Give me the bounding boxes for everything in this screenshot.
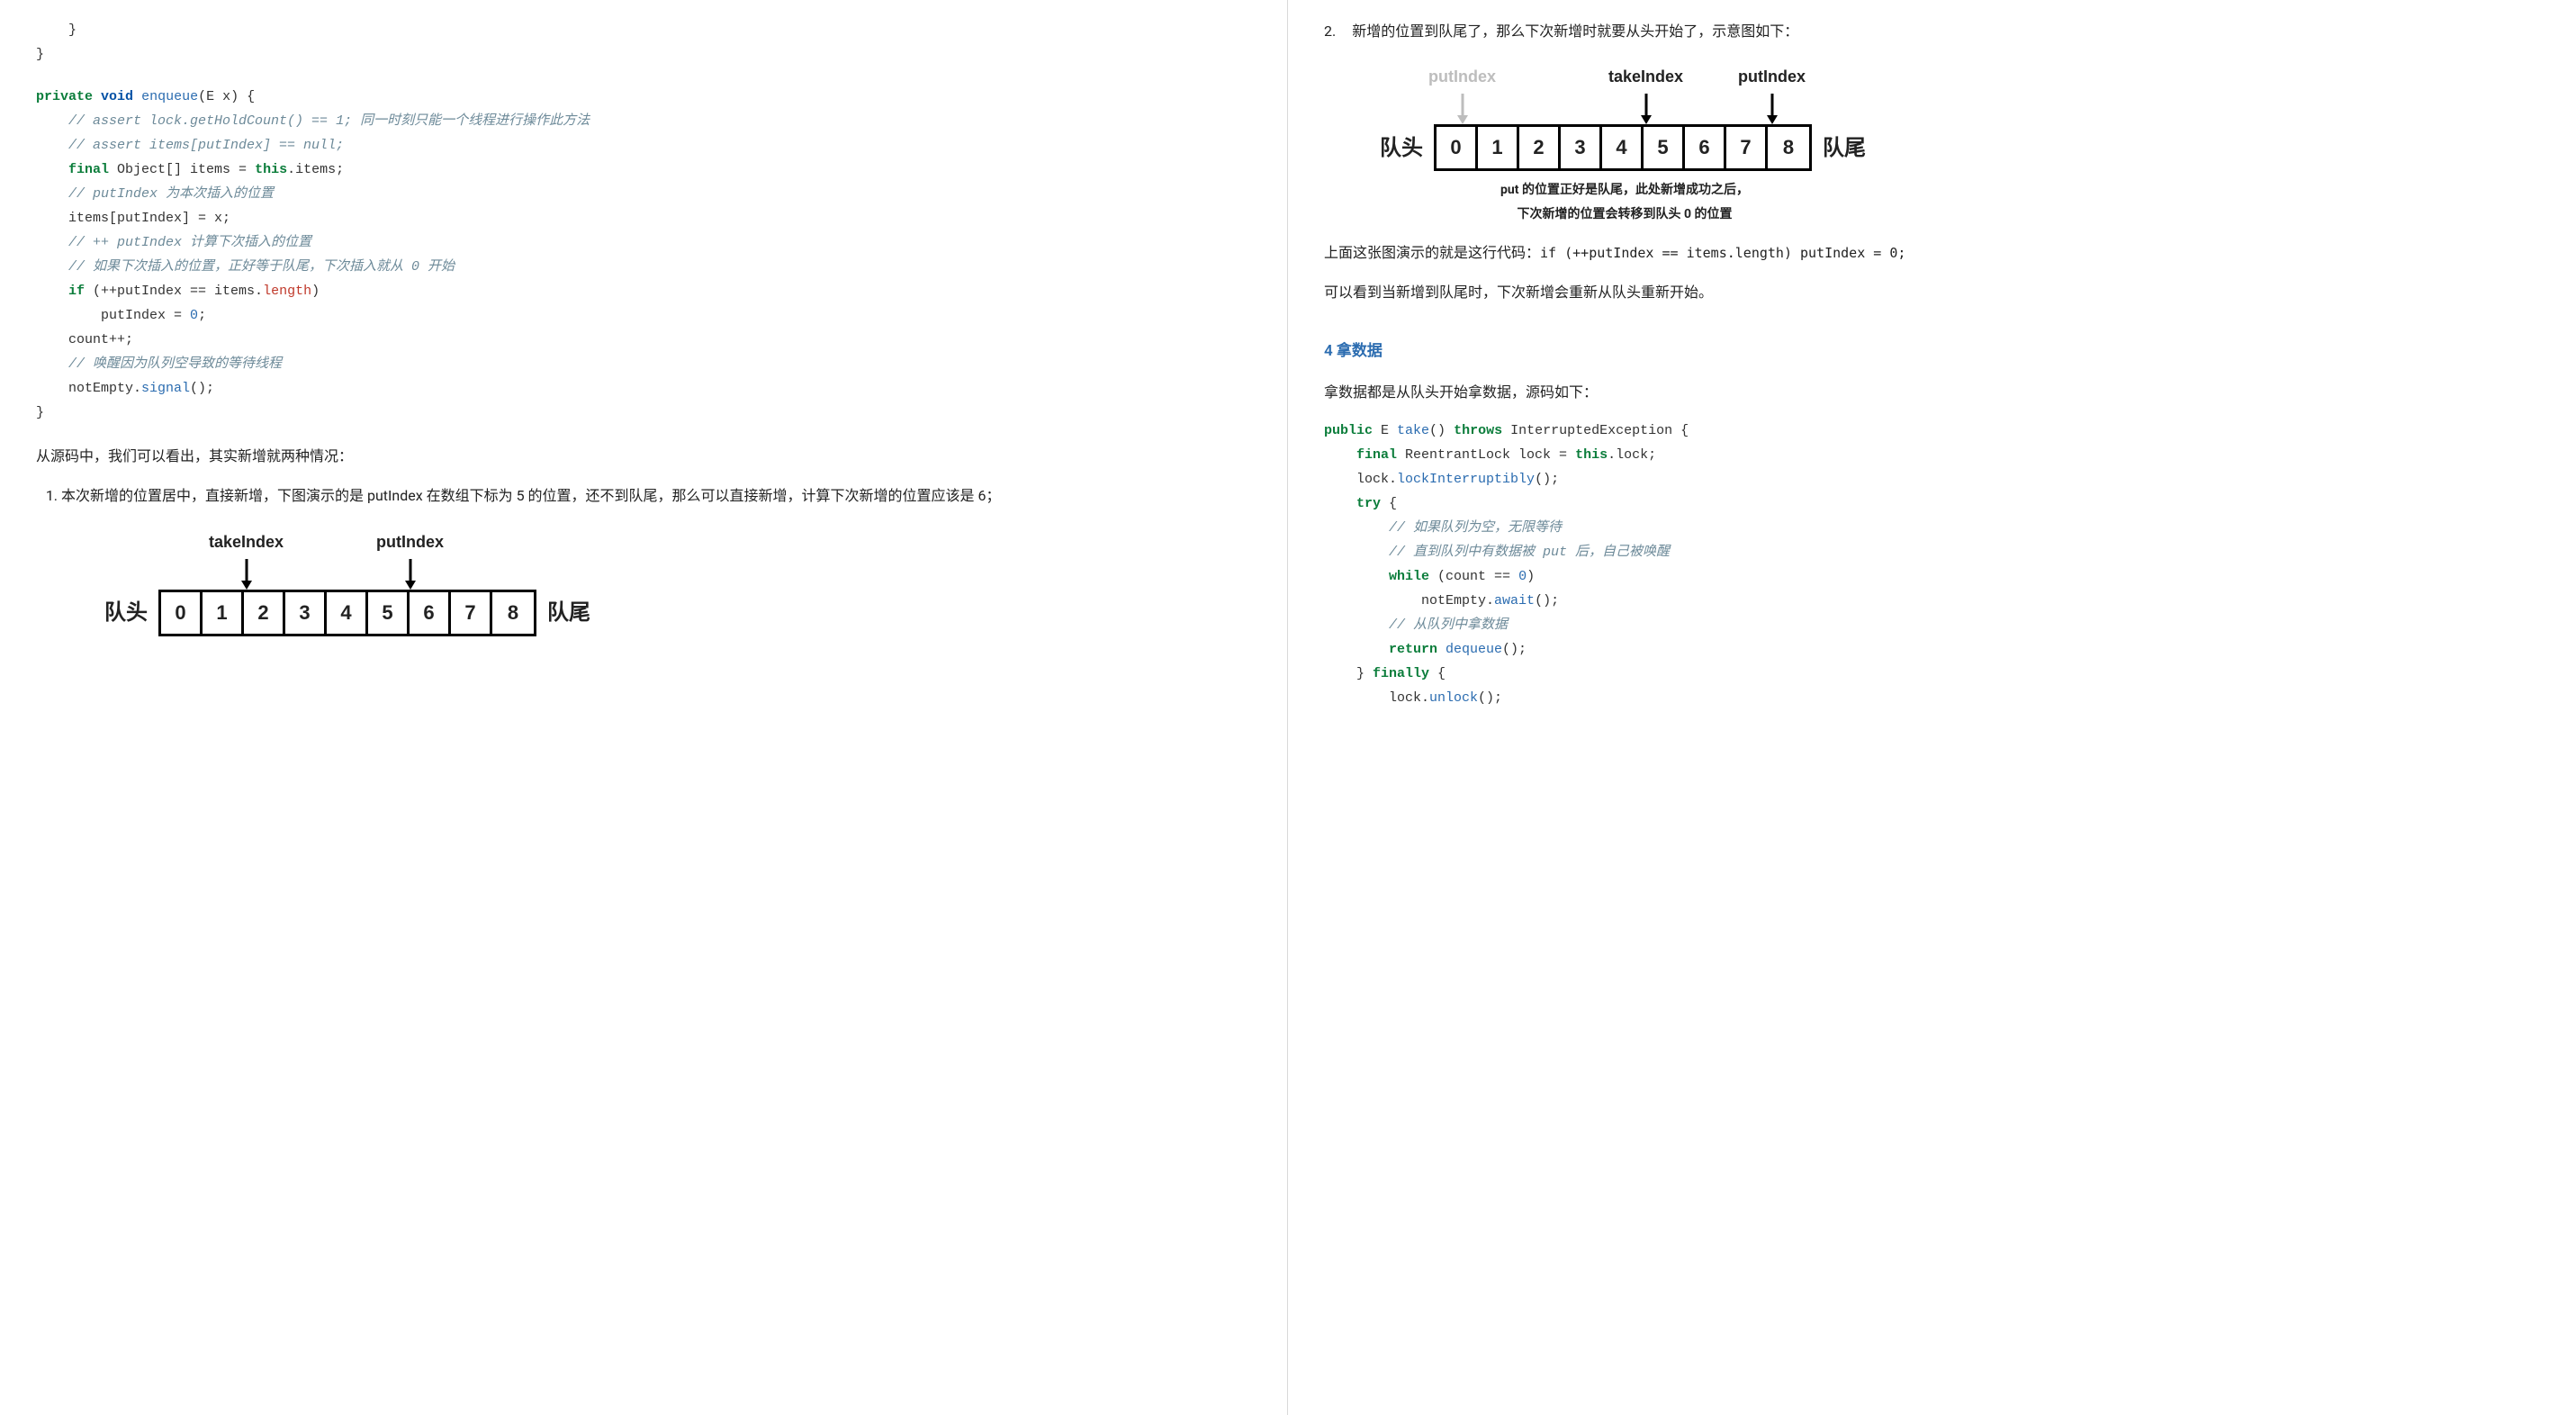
cell: 8 [1768,127,1809,168]
putindex-label: putIndex [1738,61,1806,92]
takeindex-label: takeIndex [1608,61,1683,92]
case-2: 2. 新增的位置到队尾了，那么下次新增时就要从头开始了，示意图如下： [1324,18,2540,45]
cell: 2 [244,592,285,634]
cell: 4 [327,592,368,634]
cell: 5 [1644,127,1685,168]
head-label: 队头 [1380,128,1423,169]
cell: 6 [410,592,451,634]
cell: 4 [1602,127,1644,168]
cell: 1 [1478,127,1519,168]
putindex-label: putIndex [376,527,444,557]
para-two-cases: 从源码中，我们可以看出，其实新增就两种情况： [36,443,1251,470]
putindex-gray-label: putIndex [1428,61,1496,92]
two-column-layout: } } private void enqueue(E x) { // asser… [0,0,2576,1415]
takeindex-label: takeIndex [209,527,284,557]
arrow-down-icon [1639,94,1653,124]
right-column: 2. 新增的位置到队尾了，那么下次新增时就要从头开始了，示意图如下： putIn… [1288,0,2576,1415]
diagram-1: takeIndex putIndex 队头 0 1 2 [94,527,1251,636]
arrow-down-icon [403,559,418,590]
list-marker: 2. [1324,18,1336,45]
cell: 3 [1561,127,1602,168]
arrow-down-icon [1455,94,1470,124]
inline-code: if (++putIndex == items.length) putIndex… [1540,245,1905,261]
cell: 1 [203,592,244,634]
cell: 0 [161,592,203,634]
case-list: 本次新增的位置居中，直接新增，下图演示的是 putIndex 在数组下标为 5 … [36,482,1251,635]
diagram-2-caption: put 的位置正好是队尾，此处新增成功之后， 下次新增的位置会转移到队头 0 的… [1436,178,1814,226]
head-label: 队头 [104,592,148,634]
code-enqueue: private void enqueue(E x) { // assert lo… [36,85,1251,425]
arrow-down-icon [1765,94,1779,124]
arrow-down-icon [239,559,254,590]
cell: 2 [1519,127,1561,168]
tail-label: 队尾 [547,592,590,634]
case-1: 本次新增的位置居中，直接新增，下图演示的是 putIndex 在数组下标为 5 … [61,482,1251,635]
para-demo-2: 可以看到当新增到队尾时，下次新增会重新从队头重新开始。 [1324,279,2540,306]
code-take: public E take() throws InterruptedExcept… [1324,419,2540,710]
diagram-2: putIndex takeIndex putIndex 队头 0 1 2 [1369,61,2540,226]
cell: 3 [285,592,327,634]
tail-label: 队尾 [1823,128,1866,169]
section-4-heading: 4 拿数据 [1324,337,2540,365]
cells: 0 1 2 3 4 5 6 7 8 [1434,124,1812,171]
cell: 8 [492,592,534,634]
code-closing-braces: } } [36,18,1251,67]
cell: 5 [368,592,410,634]
cell: 0 [1437,127,1478,168]
para-take: 拿数据都是从队头开始拿数据，源码如下： [1324,379,2540,406]
left-column: } } private void enqueue(E x) { // asser… [0,0,1288,1415]
cell: 7 [1726,127,1768,168]
cells: 0 1 2 3 4 5 6 7 8 [158,590,536,636]
para-demo: 上面这张图演示的就是这行代码：if (++putIndex == items.l… [1324,239,2540,266]
cell: 6 [1685,127,1726,168]
cell: 7 [451,592,492,634]
